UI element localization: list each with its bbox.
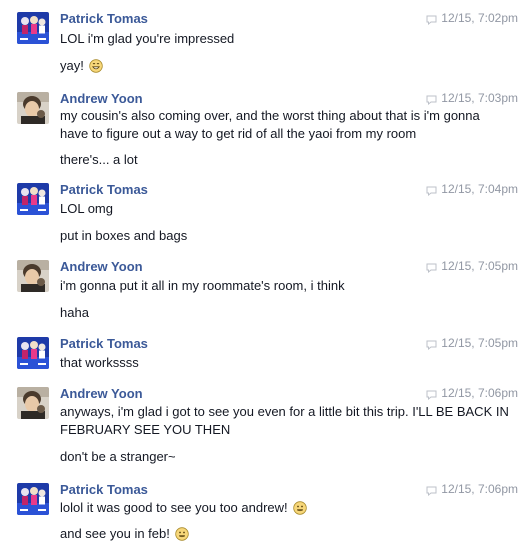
message-line: yay! [60, 57, 510, 75]
patrick-avatar[interactable] [17, 483, 49, 515]
sender-name[interactable]: Andrew Yoon [60, 90, 143, 107]
andrew-avatar[interactable] [17, 260, 49, 292]
message-text: put in boxes and bags [60, 228, 188, 243]
message-text: don't be a stranger~ [60, 449, 176, 464]
timestamp: 12/15, 7:05pm [441, 259, 518, 273]
message-line: LOL i'm glad you're impressed [60, 30, 510, 48]
message-thread: Patrick Tomas 12/15, 7:02pm LOL i'm glad… [0, 0, 530, 555]
sender-name[interactable]: Patrick Tomas [60, 481, 148, 498]
timestamp: 12/15, 7:03pm [441, 91, 518, 105]
message-text: lolol it was good to see you too andrew! [60, 500, 288, 515]
sender-name[interactable]: Patrick Tomas [60, 10, 148, 27]
chat-bubble-icon [426, 389, 437, 400]
chat-bubble-icon [426, 485, 437, 496]
message-meta: 12/15, 7:04pm [426, 182, 518, 197]
message-text: yay! [60, 58, 84, 73]
message-text: and see you in feb! [60, 526, 170, 541]
message-text: haha [60, 305, 89, 320]
message-line: anyways, i'm glad i got to see you even … [60, 403, 510, 439]
message-text: LOL omg [60, 201, 113, 216]
chat-bubble-icon [426, 14, 437, 25]
patrick-avatar[interactable] [17, 12, 49, 44]
timestamp: 12/15, 7:04pm [441, 182, 518, 196]
patrick-avatar[interactable] [17, 183, 49, 215]
message-text: there's... a lot [60, 152, 138, 167]
message-text: anyways, i'm glad i got to see you even … [60, 404, 509, 437]
patrick-avatar[interactable] [17, 337, 49, 369]
timestamp: 12/15, 7:06pm [441, 386, 518, 400]
message-text: that workssss [60, 355, 139, 370]
message-line: that workssss [60, 354, 510, 372]
message-meta: 12/15, 7:06pm [426, 482, 518, 497]
sender-name[interactable]: Patrick Tomas [60, 335, 148, 352]
message-line: my cousin's also coming over, and the wo… [60, 107, 510, 143]
chat-bubble-icon [426, 185, 437, 196]
grin-emoji-icon [89, 59, 104, 73]
message-line: lolol it was good to see you too andrew! [60, 499, 510, 517]
smile-emoji-icon [293, 501, 307, 515]
smile-emoji-icon [175, 527, 190, 541]
message-meta: 12/15, 7:05pm [426, 336, 518, 351]
message-meta: 12/15, 7:02pm [426, 11, 518, 26]
message-text: my cousin's also coming over, and the wo… [60, 108, 480, 141]
chat-bubble-icon [426, 262, 437, 273]
message-meta: 12/15, 7:05pm [426, 259, 518, 274]
timestamp: 12/15, 7:02pm [441, 11, 518, 25]
timestamp: 12/15, 7:05pm [441, 336, 518, 350]
timestamp: 12/15, 7:06pm [441, 482, 518, 496]
sender-name[interactable]: Patrick Tomas [60, 181, 148, 198]
chat-bubble-icon [426, 339, 437, 350]
message-line: put in boxes and bags [60, 227, 510, 245]
message-text: LOL i'm glad you're impressed [60, 31, 235, 46]
message-line: and see you in feb! [60, 525, 510, 543]
message-line: don't be a stranger~ [60, 448, 510, 466]
message-line: LOL omg [60, 200, 510, 218]
message-line: there's... a lot [60, 151, 510, 169]
andrew-avatar[interactable] [17, 92, 49, 124]
message-text: i'm gonna put it all in my roommate's ro… [60, 278, 345, 293]
chat-bubble-icon [426, 94, 437, 105]
message-line: haha [60, 304, 510, 322]
sender-name[interactable]: Andrew Yoon [60, 258, 143, 275]
andrew-avatar[interactable] [17, 387, 49, 419]
message-meta: 12/15, 7:03pm [426, 91, 518, 106]
message-line: i'm gonna put it all in my roommate's ro… [60, 277, 510, 295]
message-meta: 12/15, 7:06pm [426, 386, 518, 401]
sender-name[interactable]: Andrew Yoon [60, 385, 143, 402]
